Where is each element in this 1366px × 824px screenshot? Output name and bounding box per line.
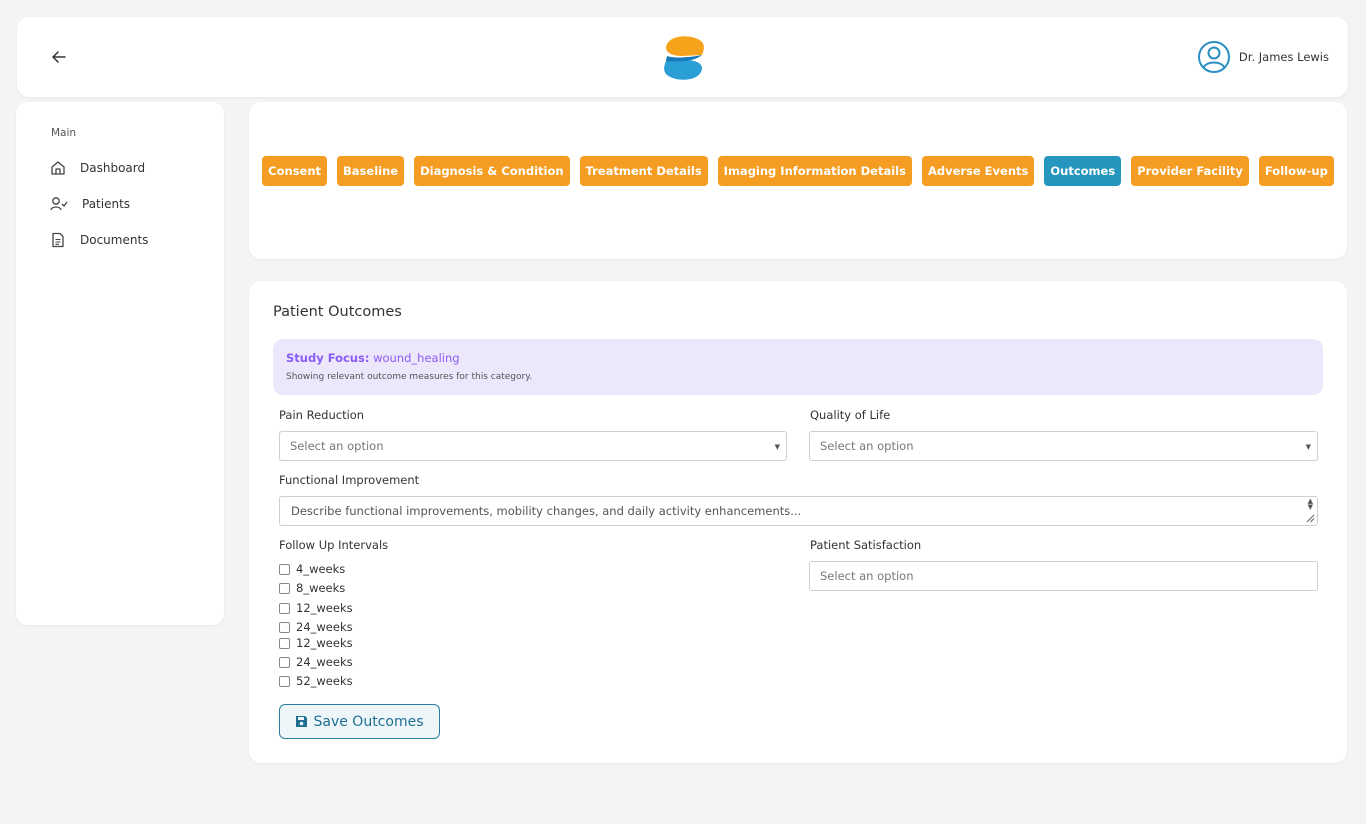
home-icon xyxy=(51,161,65,175)
user-circle-icon xyxy=(1197,41,1230,73)
follow-up-option[interactable]: 52_weeks xyxy=(279,674,353,688)
save-outcomes-label: Save Outcomes xyxy=(313,713,424,730)
tab-follow-up[interactable]: Follow-up xyxy=(1258,156,1334,186)
checkbox[interactable] xyxy=(279,637,290,649)
sidebar-item-label: Dashboard xyxy=(80,161,146,175)
tab-treatment-details[interactable]: Treatment Details xyxy=(579,156,708,186)
follow-up-option[interactable]: 8_weeks xyxy=(279,581,345,595)
checkbox-label: 12_weeks xyxy=(296,636,353,650)
checkbox-label: 52_weeks xyxy=(296,674,353,688)
tab-outcomes[interactable]: Outcomes xyxy=(1044,156,1122,186)
study-focus-note: Showing relevant outcome measures for th… xyxy=(286,372,533,382)
follow-up-option[interactable]: 24_weeks xyxy=(279,655,353,669)
sidebar-section-label: Main xyxy=(51,127,77,139)
outcomes-form: Patient Outcomes Study Focus: wound_heal… xyxy=(249,281,1347,763)
tab-baseline[interactable]: Baseline xyxy=(337,156,405,186)
back-button[interactable] xyxy=(47,45,71,69)
tab-diagnosis-condition[interactable]: Diagnosis & Condition xyxy=(414,156,570,186)
study-focus-line: Study Focus: wound_healing xyxy=(286,351,460,365)
checkbox-label: 4_weeks xyxy=(296,562,346,576)
tab-provider-facility[interactable]: Provider Facility xyxy=(1131,156,1249,186)
save-icon xyxy=(296,716,308,727)
user-check-icon xyxy=(50,197,68,211)
functional-improvement-textarea[interactable]: Describe functional improvements, mobili… xyxy=(279,496,1318,526)
pain-reduction-select[interactable]: Select an option ▼ xyxy=(279,431,787,461)
follow-up-option[interactable]: 4_weeks xyxy=(279,562,345,576)
tab-adverse-events[interactable]: Adverse Events xyxy=(921,156,1035,186)
quality-of-life-select[interactable]: Select an option ▼ xyxy=(809,431,1318,461)
sidebar-item-patients[interactable]: Patients xyxy=(50,193,130,215)
functional-improvement-placeholder: Describe functional improvements, mobili… xyxy=(291,504,802,518)
follow-up-intervals-label: Follow Up Intervals xyxy=(279,538,389,552)
checkbox[interactable] xyxy=(279,563,290,575)
patient-satisfaction-input[interactable]: Select an option xyxy=(809,561,1318,591)
spinner-icon[interactable]: ▲ ▼ xyxy=(1308,498,1313,511)
tab-consent[interactable]: Consent xyxy=(262,156,328,186)
user-profile[interactable]: Dr. James Lewis xyxy=(1197,39,1329,75)
study-focus-banner: Study Focus: wound_healing Showing relev… xyxy=(273,339,1323,395)
sidebar-item-documents[interactable]: Documents xyxy=(50,229,148,251)
checkbox[interactable] xyxy=(279,656,290,668)
study-focus-label: Study Focus: xyxy=(286,351,370,365)
caret-down-icon: ▼ xyxy=(774,443,780,451)
checkbox-label: 24_weeks xyxy=(296,655,353,669)
top-header: Dr. James Lewis xyxy=(17,17,1348,97)
checkbox[interactable] xyxy=(279,602,290,614)
sidebar-item-label: Patients xyxy=(82,197,131,211)
save-outcomes-button[interactable]: Save Outcomes xyxy=(279,704,440,739)
pain-reduction-label: Pain Reduction xyxy=(279,408,365,422)
checkbox-label: 8_weeks xyxy=(296,581,346,595)
patient-satisfaction-placeholder: Select an option xyxy=(820,569,914,583)
checkbox-label: 12_weeks xyxy=(296,601,353,615)
checkbox[interactable] xyxy=(279,582,290,594)
caret-down-icon: ▼ xyxy=(1305,443,1311,451)
tab-imaging-information-details[interactable]: Imaging Information Details xyxy=(717,156,912,186)
app-logo xyxy=(658,32,710,84)
study-focus-value: wound_healing xyxy=(373,351,460,365)
user-name: Dr. James Lewis xyxy=(1238,50,1329,64)
quality-of-life-placeholder: Select an option xyxy=(820,439,914,453)
sidebar: Main Dashboard Patients Documents xyxy=(16,102,224,625)
arrow-left-icon xyxy=(52,51,66,63)
tabs-card: Consent Baseline Diagnosis & Condition T… xyxy=(249,102,1347,259)
logo-icon xyxy=(664,36,704,80)
follow-up-option[interactable]: 12_weeks xyxy=(279,601,353,615)
document-icon xyxy=(52,232,64,248)
form-title: Patient Outcomes xyxy=(273,304,402,320)
sidebar-item-label: Documents xyxy=(80,233,149,247)
checkbox[interactable] xyxy=(279,621,290,633)
resize-handle-icon[interactable] xyxy=(1306,514,1315,523)
follow-up-option[interactable]: 12_weeks xyxy=(279,636,353,650)
patient-satisfaction-label: Patient Satisfaction xyxy=(810,538,922,552)
checkbox-label: 24_weeks xyxy=(296,620,353,634)
functional-improvement-label: Functional Improvement xyxy=(279,473,420,487)
tab-bar: Consent Baseline Diagnosis & Condition T… xyxy=(249,156,1347,186)
sidebar-item-dashboard[interactable]: Dashboard xyxy=(50,157,145,179)
quality-of-life-label: Quality of Life xyxy=(810,408,891,422)
pain-reduction-placeholder: Select an option xyxy=(290,439,384,453)
follow-up-option[interactable]: 24_weeks xyxy=(279,620,353,634)
checkbox[interactable] xyxy=(279,675,290,687)
